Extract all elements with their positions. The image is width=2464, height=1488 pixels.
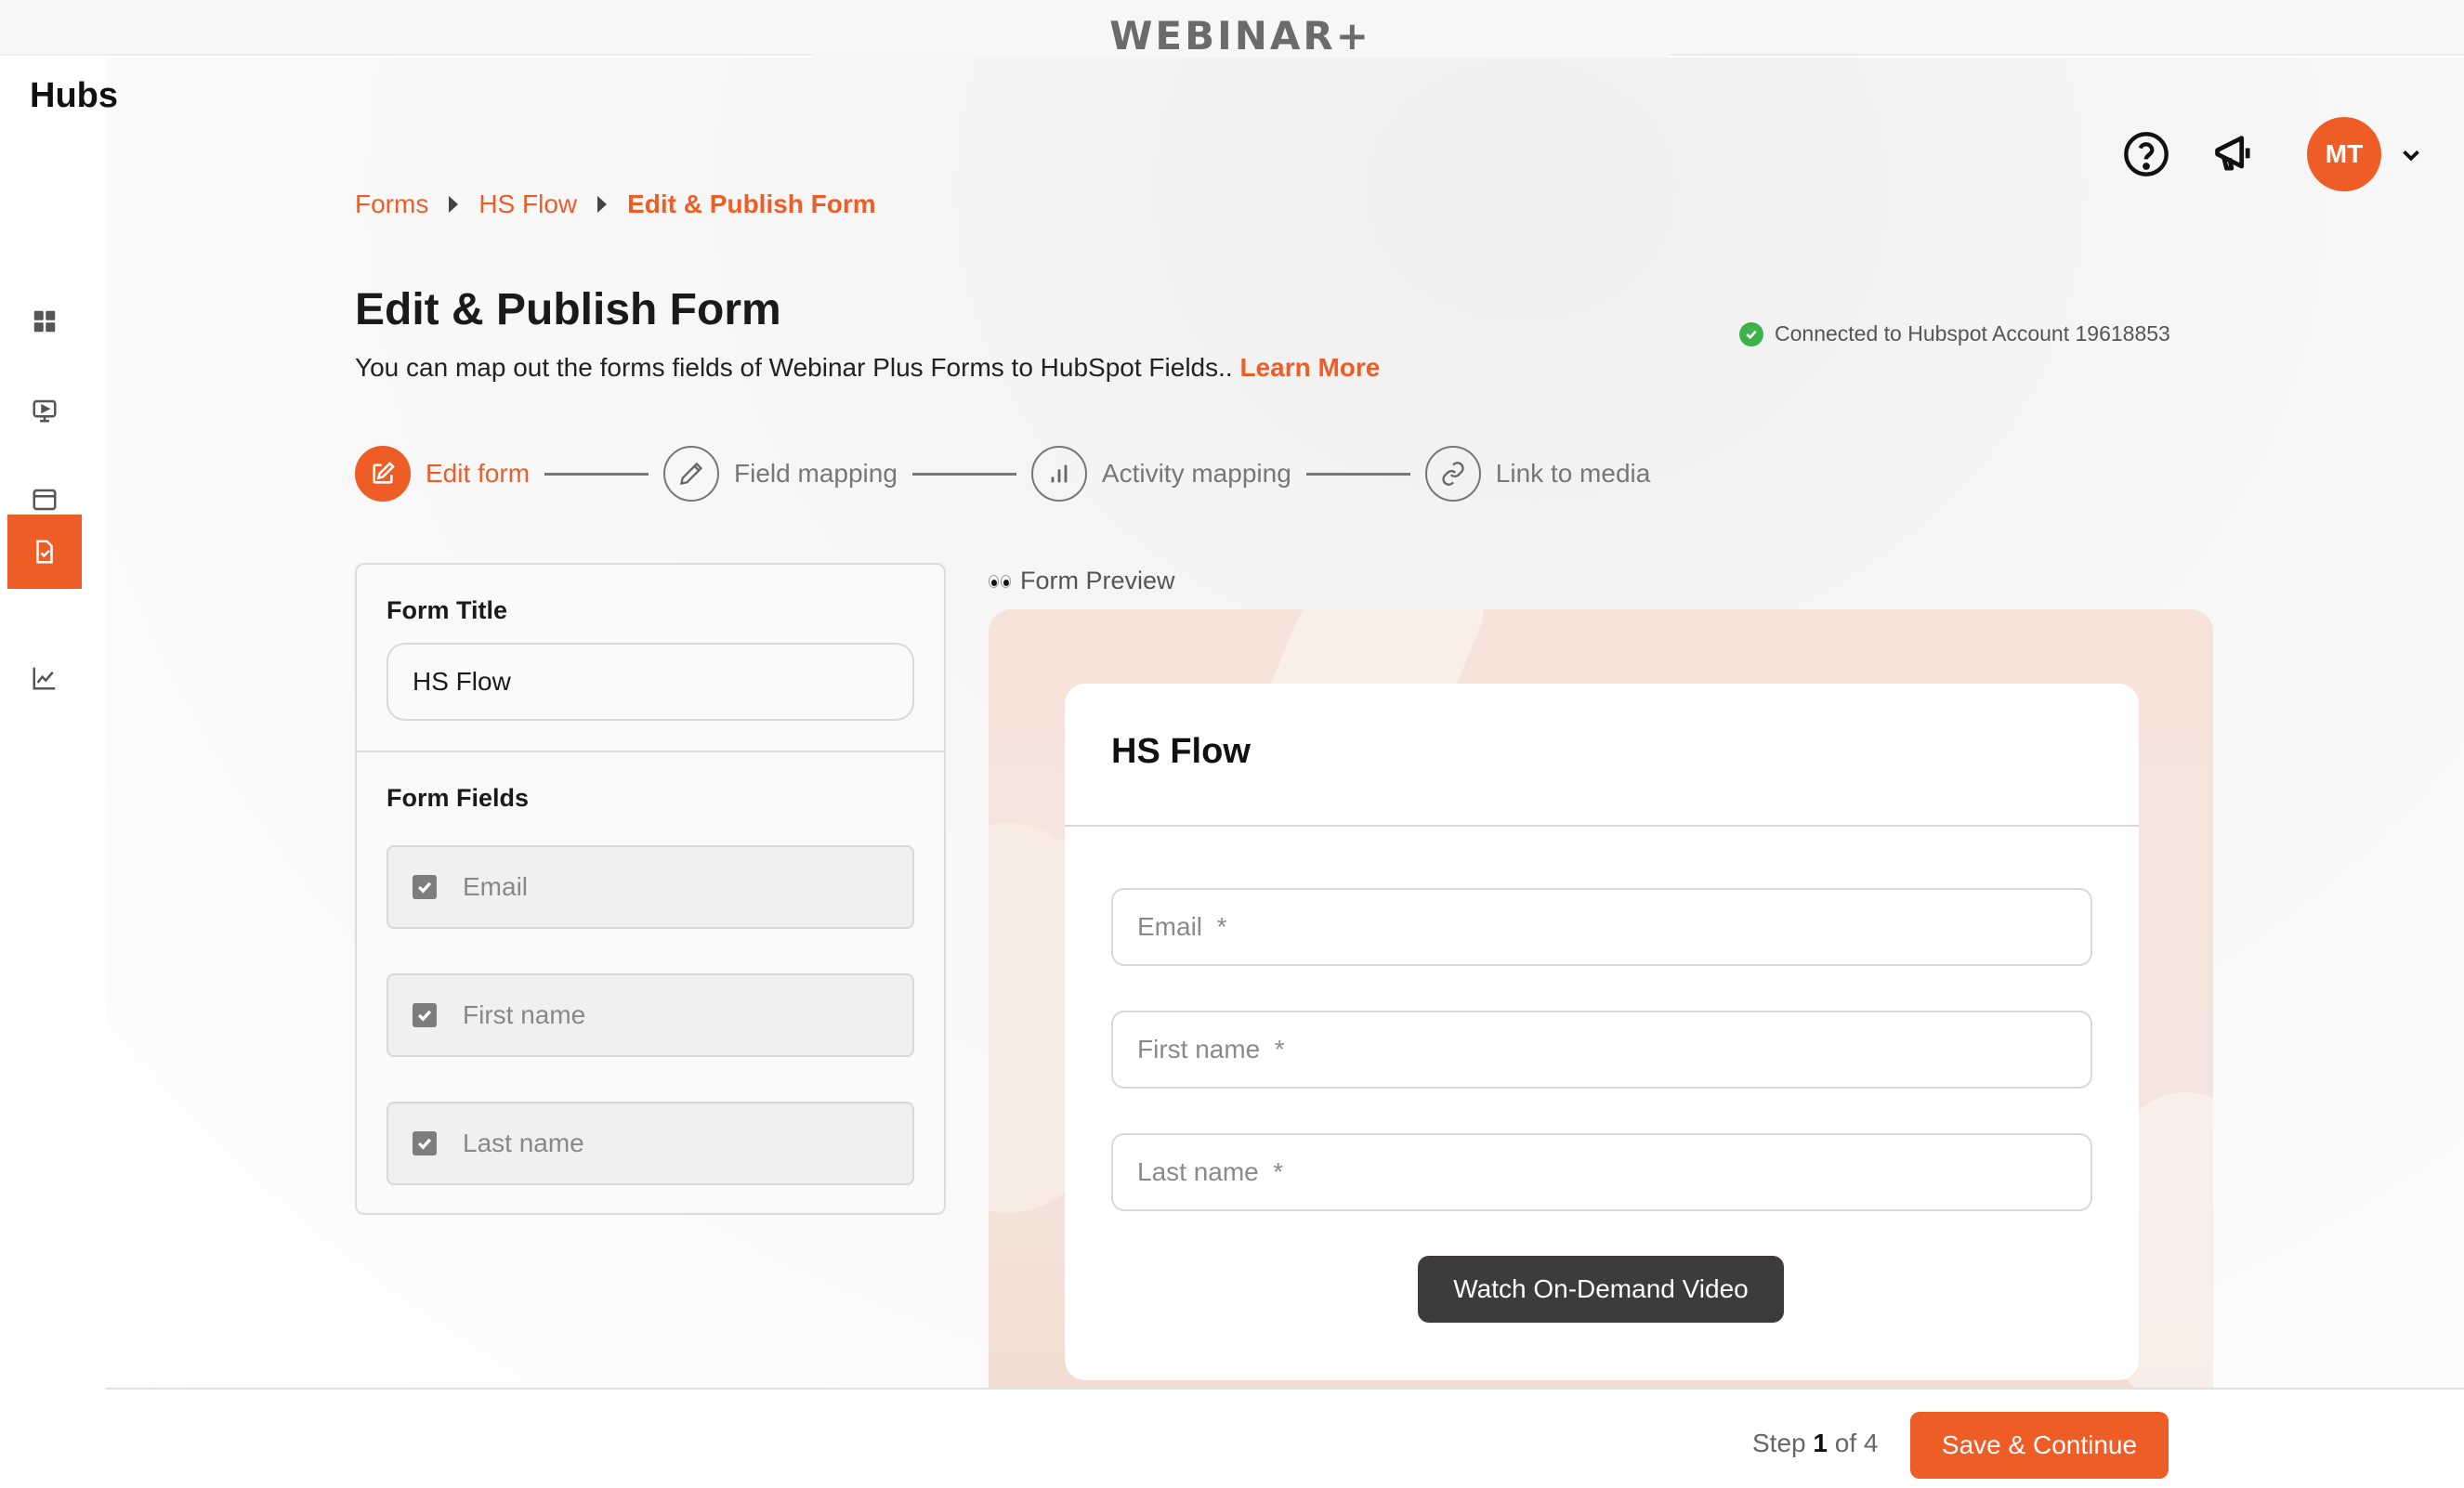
breadcrumb-separator bbox=[449, 196, 459, 213]
monitor-play-icon bbox=[33, 399, 57, 423]
step-edit-form[interactable]: Edit form bbox=[355, 446, 530, 502]
grid-icon bbox=[33, 310, 56, 333]
form-fields-label: Form Fields bbox=[387, 784, 530, 812]
learn-more-link[interactable]: Learn More bbox=[1239, 353, 1380, 382]
megaphone-icon[interactable] bbox=[2209, 130, 2258, 178]
check-circle-icon bbox=[1739, 321, 1763, 346]
step-counter-prefix: Step bbox=[1752, 1429, 1806, 1457]
breadcrumb-separator bbox=[597, 196, 608, 213]
step-connector bbox=[911, 472, 1016, 476]
step-link-to-media[interactable]: Link to media bbox=[1424, 446, 1651, 502]
page-subtitle: You can map out the forms fields of Webi… bbox=[355, 353, 1380, 383]
breadcrumb-current: Edit & Publish Form bbox=[627, 189, 876, 218]
document-check-icon bbox=[36, 540, 53, 564]
page-subtitle-text: You can map out the forms fields of Webi… bbox=[355, 353, 1233, 382]
link-icon bbox=[1424, 446, 1481, 502]
footer-bar: Step 1 of 4 Save & Continue bbox=[106, 1388, 2464, 1488]
form-field-label: Email bbox=[463, 872, 529, 901]
pencil-icon bbox=[663, 446, 720, 502]
breadcrumb-hs-flow[interactable]: HS Flow bbox=[478, 189, 577, 219]
checkbox-checked-icon[interactable] bbox=[413, 1131, 437, 1155]
chevron-down-icon[interactable] bbox=[2397, 141, 2425, 169]
form-preview-label-text: Form Preview bbox=[1020, 567, 1175, 594]
connection-status: Connected to Hubspot Account 19618853 bbox=[1739, 321, 2170, 346]
form-preview-card: HS Flow Watch On-Demand Video bbox=[1065, 684, 2139, 1380]
sidebar-item-webinars[interactable] bbox=[7, 373, 82, 448]
brand-logo: WEBINAR+ bbox=[1109, 13, 1371, 59]
sidebar-item-forms[interactable] bbox=[7, 515, 82, 589]
breadcrumb: Forms HS Flow Edit & Publish Form bbox=[355, 189, 876, 219]
step-label: Activity mapping bbox=[1101, 459, 1291, 488]
step-connector bbox=[544, 472, 649, 476]
form-title-input[interactable] bbox=[387, 643, 914, 721]
eyes-icon bbox=[989, 574, 1013, 588]
step-field-mapping[interactable]: Field mapping bbox=[663, 446, 898, 502]
connection-status-text: Connected to Hubspot Account 19618853 bbox=[1775, 321, 2170, 346]
breadcrumb-forms[interactable]: Forms bbox=[355, 189, 428, 219]
form-field-label: First name bbox=[463, 1000, 586, 1029]
bar-chart-icon bbox=[1030, 446, 1087, 502]
watch-video-button[interactable]: Watch On-Demand Video bbox=[1418, 1256, 1784, 1323]
checkbox-checked-icon[interactable] bbox=[413, 875, 437, 899]
form-editor-panel: Form Title Form Fields Email First name … bbox=[355, 563, 946, 1215]
preview-divider bbox=[1065, 825, 2139, 827]
preview-email-input[interactable] bbox=[1111, 888, 2092, 966]
checkbox-checked-icon[interactable] bbox=[413, 1003, 437, 1027]
step-activity-mapping[interactable]: Activity mapping bbox=[1030, 446, 1291, 502]
preview-form-title: HS Flow bbox=[1111, 732, 1251, 771]
page-title: Edit & Publish Form bbox=[355, 285, 781, 334]
form-field-label: Last name bbox=[463, 1129, 584, 1157]
avatar[interactable]: MT bbox=[2307, 117, 2381, 191]
step-label: Link to media bbox=[1495, 459, 1651, 488]
preview-first-name-input[interactable] bbox=[1111, 1011, 2092, 1089]
preview-last-name-input[interactable] bbox=[1111, 1133, 2092, 1211]
line-chart-icon bbox=[33, 667, 56, 690]
step-counter-current: 1 bbox=[1813, 1429, 1828, 1457]
browser-window-icon bbox=[33, 489, 57, 511]
step-connector bbox=[1305, 472, 1410, 476]
form-field-email[interactable]: Email bbox=[387, 845, 914, 929]
step-counter-suffix: of 4 bbox=[1834, 1429, 1879, 1457]
save-continue-button[interactable]: Save & Continue bbox=[1910, 1412, 2169, 1479]
form-field-first-name[interactable]: First name bbox=[387, 973, 914, 1057]
help-circle-icon[interactable] bbox=[2122, 130, 2170, 178]
edit-square-icon bbox=[355, 446, 411, 502]
stepper: Edit form Field mapping Activity mapping… bbox=[355, 446, 1650, 502]
form-title-label: Form Title bbox=[387, 596, 508, 624]
panel-divider bbox=[357, 751, 944, 752]
step-label: Edit form bbox=[426, 459, 531, 488]
sidebar bbox=[0, 56, 106, 1488]
form-field-last-name[interactable]: Last name bbox=[387, 1102, 914, 1185]
form-preview-label: Form Preview bbox=[989, 567, 1175, 595]
sidebar-item-dashboard[interactable] bbox=[7, 284, 82, 359]
sidebar-title: Hubs bbox=[30, 76, 118, 115]
step-counter: Step 1 of 4 bbox=[1752, 1429, 1878, 1458]
sidebar-item-analytics[interactable] bbox=[7, 641, 82, 715]
step-label: Field mapping bbox=[734, 459, 898, 488]
form-preview-frame: HS Flow Watch On-Demand Video bbox=[989, 609, 2213, 1388]
